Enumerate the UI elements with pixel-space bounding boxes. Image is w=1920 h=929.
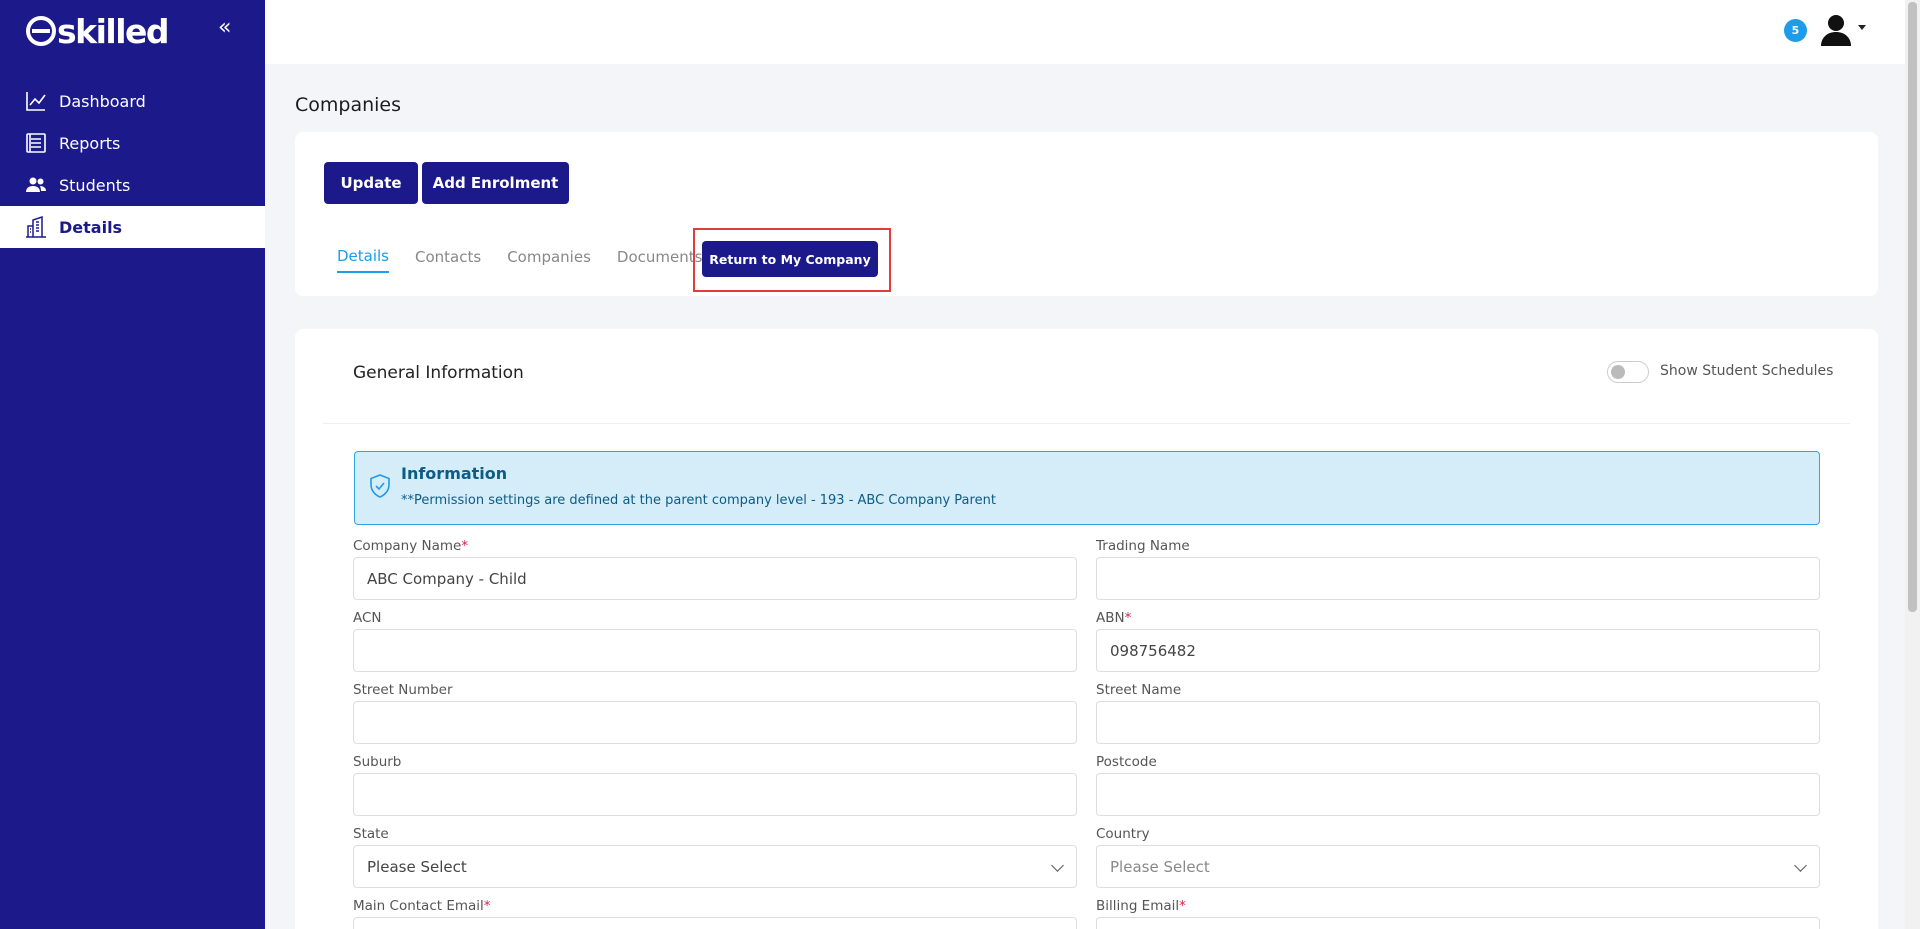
- page-title: Companies: [295, 94, 402, 116]
- acn-label: ACN: [353, 610, 382, 626]
- state-label: State: [353, 826, 389, 842]
- alert-title: Information: [401, 464, 508, 483]
- billing-email-field[interactable]: [1096, 917, 1820, 929]
- actions-card: Update Add Enrolment Details Contacts Co…: [295, 132, 1878, 296]
- sidebar-item-reports[interactable]: Reports: [0, 122, 265, 164]
- street-name-field[interactable]: [1096, 701, 1820, 744]
- building-icon: [25, 216, 47, 238]
- postcode-label: Postcode: [1096, 754, 1157, 770]
- sidebar-item-label: Details: [59, 217, 123, 237]
- sidebar-item-label: Reports: [59, 133, 121, 153]
- main-contact-email-field[interactable]: [353, 917, 1077, 929]
- trading-name-field[interactable]: [1096, 557, 1820, 600]
- tab-details[interactable]: Details: [337, 247, 390, 273]
- street-number-field[interactable]: [353, 701, 1077, 744]
- tab-companies[interactable]: Companies: [507, 248, 591, 272]
- page-scrollbar[interactable]: [1905, 0, 1920, 929]
- divider: [323, 423, 1850, 424]
- street-number-label: Street Number: [353, 682, 453, 698]
- abn-label: ABN*: [1096, 610, 1132, 626]
- abn-field[interactable]: 098756482: [1096, 629, 1820, 672]
- sidebar-item-dashboard[interactable]: Dashboard: [0, 80, 265, 122]
- country-select[interactable]: Please Select: [1096, 845, 1820, 888]
- notification-badge[interactable]: 5: [1784, 19, 1807, 42]
- trading-name-label: Trading Name: [1096, 538, 1190, 554]
- report-list-icon: [25, 132, 47, 154]
- state-select[interactable]: Please Select: [353, 845, 1077, 888]
- suburb-label: Suburb: [353, 754, 402, 770]
- tab-contacts[interactable]: Contacts: [415, 248, 481, 272]
- sidebar: skilled « Dashboard Reports Students Det…: [0, 0, 265, 929]
- company-name-field[interactable]: ABC Company - Child: [353, 557, 1077, 600]
- chart-line-icon: [25, 90, 47, 112]
- company-name-label: Company Name*: [353, 538, 469, 554]
- alert-text: **Permission settings are defined at the…: [401, 493, 996, 508]
- collapse-sidebar-icon[interactable]: «: [218, 15, 231, 40]
- update-button[interactable]: Update: [324, 162, 418, 204]
- chevron-down-icon: [1051, 859, 1064, 872]
- street-name-label: Street Name: [1096, 682, 1182, 698]
- chevron-down-icon[interactable]: [1858, 25, 1866, 30]
- general-information-card: General Information Show Student Schedul…: [295, 329, 1878, 929]
- users-icon: [25, 174, 47, 196]
- scrollbar-thumb[interactable]: [1908, 2, 1917, 612]
- tab-documents[interactable]: Documents: [617, 248, 703, 272]
- show-student-schedules-toggle[interactable]: [1607, 361, 1649, 383]
- section-title: General Information: [353, 363, 524, 383]
- billing-email-label: Billing Email*: [1096, 898, 1186, 914]
- sidebar-item-students[interactable]: Students: [0, 164, 265, 206]
- suburb-field[interactable]: [353, 773, 1077, 816]
- user-avatar-icon[interactable]: [1818, 12, 1854, 48]
- information-alert: Information **Permission settings are de…: [354, 451, 1820, 525]
- sidebar-item-label: Students: [59, 175, 131, 195]
- postcode-field[interactable]: [1096, 773, 1820, 816]
- acn-field[interactable]: [353, 629, 1077, 672]
- top-header: [265, 0, 1905, 64]
- toggle-label: Show Student Schedules: [1660, 363, 1834, 379]
- country-label: Country: [1096, 826, 1150, 842]
- sidebar-nav: Dashboard Reports Students Details: [0, 80, 265, 248]
- shield-check-icon: [369, 474, 391, 498]
- return-to-my-company-button[interactable]: Return to My Company: [702, 241, 878, 277]
- sidebar-item-details[interactable]: Details: [0, 206, 265, 248]
- eskilled-logo[interactable]: skilled: [26, 12, 170, 51]
- detail-tabs: Details Contacts Companies Documents: [337, 244, 728, 273]
- main-contact-email-label: Main Contact Email*: [353, 898, 491, 914]
- chevron-down-icon: [1794, 859, 1807, 872]
- sidebar-item-label: Dashboard: [59, 91, 146, 111]
- add-enrolment-button[interactable]: Add Enrolment: [422, 162, 569, 204]
